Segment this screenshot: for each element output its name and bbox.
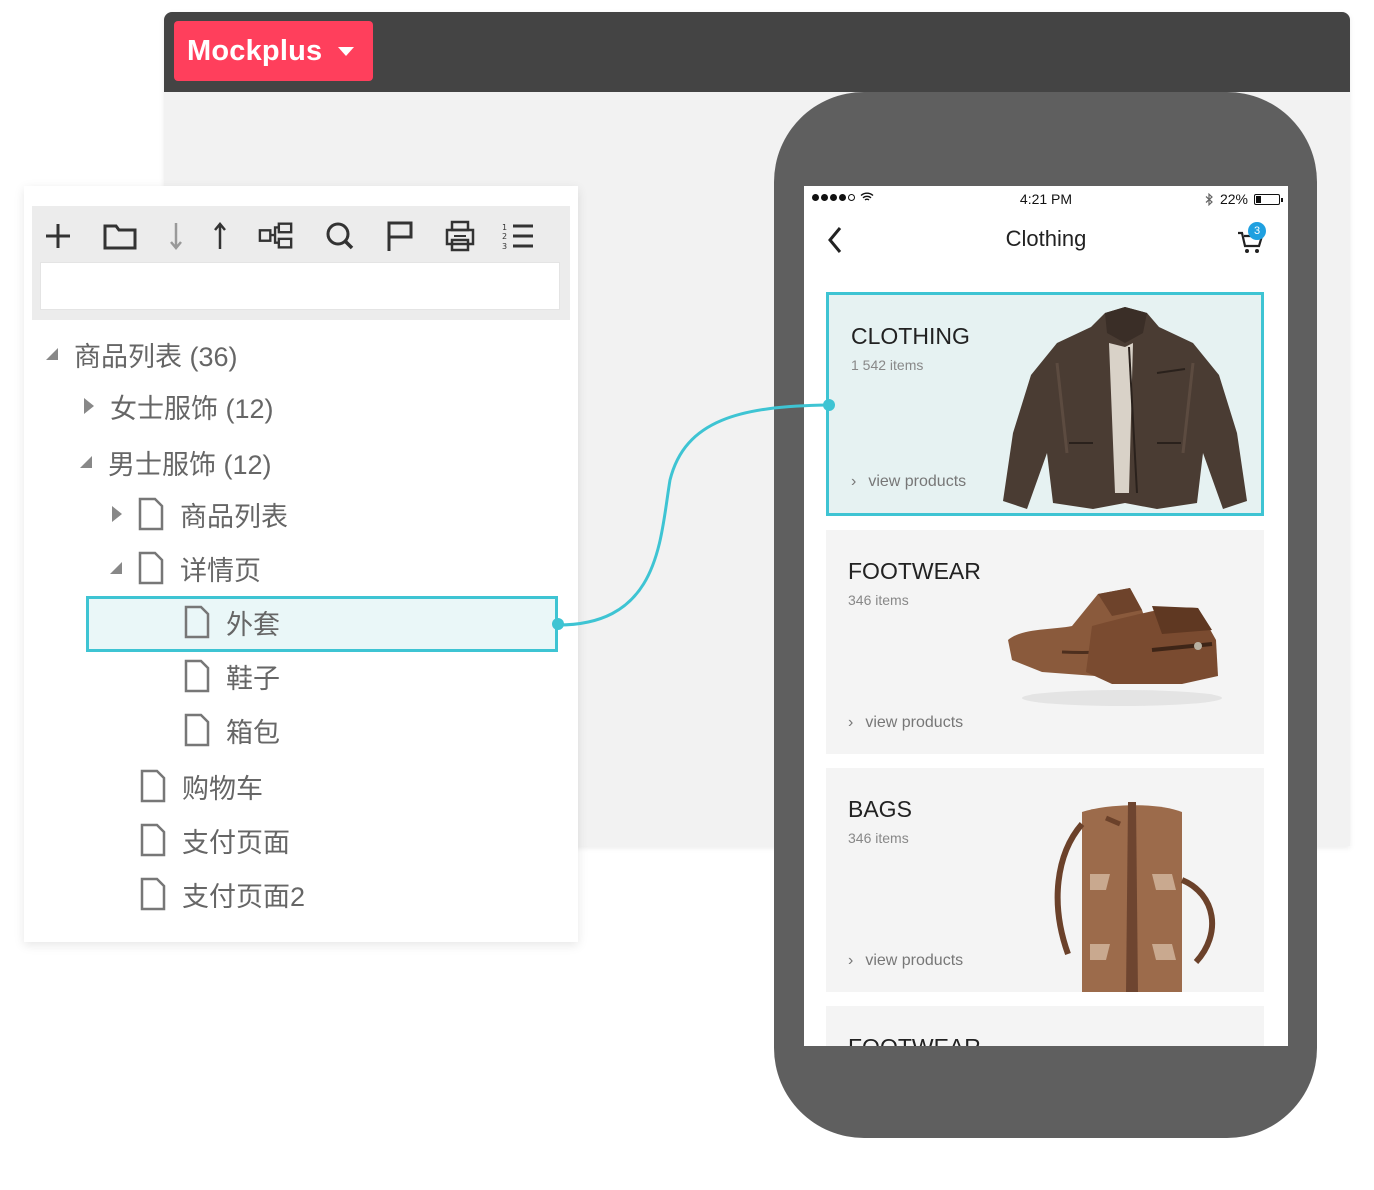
status-right: 22%	[1205, 191, 1283, 207]
category-card-footwear[interactable]: FOOTWEAR 346 items › view products	[826, 530, 1264, 754]
chevron-right-icon: ›	[848, 952, 854, 969]
expanded-arrow-icon[interactable]	[110, 562, 122, 574]
move-up-icon[interactable]	[202, 218, 238, 254]
card-title: FOOTWEAR	[848, 1034, 981, 1046]
flag-icon[interactable]	[382, 218, 418, 254]
tree-item-label: 箱包	[226, 717, 280, 748]
tree-item-label: 商品列表 (36)	[74, 341, 238, 372]
category-card-footwear-2[interactable]: FOOTWEAR	[826, 1006, 1264, 1046]
expanded-arrow-icon[interactable]	[46, 348, 58, 360]
cart-badge: 3	[1248, 222, 1266, 240]
view-products-label: view products	[868, 473, 967, 490]
tree-item-payment[interactable]: 支付页面	[140, 820, 290, 860]
card-title: BAGS	[848, 796, 912, 822]
tree-item-detail-page[interactable]: 详情页	[110, 548, 261, 588]
card-title: CLOTHING	[851, 323, 970, 349]
page-icon	[138, 551, 164, 585]
tree-toolbar: 123	[32, 206, 570, 320]
page-icon	[138, 497, 164, 531]
brand-menu-button[interactable]: Mockplus	[174, 21, 373, 81]
tree-item-label: 外套	[226, 609, 280, 640]
chevron-right-icon: ›	[848, 714, 854, 731]
search-icon[interactable]	[322, 218, 358, 254]
phone-screen: 4:21 PM 22% Clothing 3 CLOTHING 1 542 it…	[804, 186, 1288, 1046]
collapsed-arrow-icon[interactable]	[112, 506, 122, 522]
page-icon	[184, 605, 210, 639]
page-icon	[140, 877, 166, 911]
view-products-link[interactable]: › view products	[851, 473, 966, 491]
tree-search-input[interactable]	[40, 262, 560, 310]
nav-bar: Clothing 3	[804, 212, 1288, 268]
add-icon[interactable]	[40, 218, 76, 254]
chevron-right-icon: ›	[851, 473, 857, 490]
caret-down-icon	[338, 46, 355, 56]
hierarchy-icon[interactable]	[258, 218, 294, 254]
tree-item-product-list-page[interactable]: 商品列表	[110, 494, 288, 534]
battery-icon	[1254, 193, 1283, 205]
svg-text:3: 3	[502, 242, 507, 251]
brand-label: Mockplus	[187, 34, 323, 67]
app-titlebar: Mockplus	[164, 12, 1350, 92]
category-card-bags[interactable]: BAGS 346 items › view products	[826, 768, 1264, 992]
svg-text:2: 2	[502, 232, 507, 241]
page-icon	[184, 713, 210, 747]
svg-text:1: 1	[502, 223, 507, 232]
tree-item-product-list-root[interactable]: 商品列表 (36)	[46, 334, 238, 374]
tree-item-womens-clothing[interactable]: 女士服饰 (12)	[82, 386, 274, 426]
folder-icon[interactable]	[102, 218, 138, 254]
view-products-link[interactable]: › view products	[848, 952, 963, 970]
tree-item-cart[interactable]: 购物车	[140, 766, 263, 806]
tree-item-label: 鞋子	[226, 663, 280, 694]
tree-item-label: 商品列表	[180, 501, 288, 532]
shoes-image	[1008, 588, 1222, 706]
phone-frame: 4:21 PM 22% Clothing 3 CLOTHING 1 542 it…	[774, 92, 1317, 1138]
jacket-image	[1003, 307, 1247, 509]
card-count: 346 items	[848, 830, 909, 846]
tree-item-label: 女士服饰 (12)	[110, 393, 274, 424]
page-icon	[184, 659, 210, 693]
tree-item-label: 详情页	[180, 555, 261, 586]
move-down-icon[interactable]	[158, 218, 194, 254]
page-title: Clothing	[1005, 226, 1087, 251]
tree-item-shoes[interactable]: 鞋子	[184, 656, 280, 696]
page-tree-panel: 123 商品列表 (36) 女士服饰 (12) 男士服饰 (12) 商品列表 详…	[24, 186, 578, 942]
status-bar: 4:21 PM 22%	[804, 186, 1288, 212]
battery-percent: 22%	[1219, 191, 1248, 207]
bag-image	[1054, 802, 1215, 992]
tree-item-bags[interactable]: 箱包	[184, 710, 280, 750]
link-anchor-dot[interactable]	[552, 618, 564, 630]
view-products-link[interactable]: › view products	[848, 714, 963, 732]
tree-item-label: 购物车	[182, 773, 263, 804]
category-card-clothing[interactable]: CLOTHING 1 542 items › view products	[826, 292, 1264, 516]
tree-item-mens-clothing[interactable]: 男士服饰 (12)	[80, 442, 272, 482]
card-title: FOOTWEAR	[848, 558, 981, 584]
tree-item-label: 支付页面	[182, 827, 290, 858]
card-count: 346 items	[848, 592, 909, 608]
tree-item-payment-2[interactable]: 支付页面2	[140, 874, 305, 914]
view-products-label: view products	[865, 714, 964, 731]
battery-fill	[1256, 195, 1261, 203]
tree-item-label: 男士服饰 (12)	[108, 449, 272, 480]
export-icon[interactable]	[442, 218, 478, 254]
page-icon	[140, 823, 166, 857]
collapsed-arrow-icon[interactable]	[84, 398, 94, 414]
bluetooth-icon	[1205, 192, 1213, 206]
tree-item-label: 支付页面2	[182, 881, 306, 912]
numbered-list-icon[interactable]: 123	[500, 218, 536, 254]
view-products-label: view products	[865, 952, 964, 969]
expanded-arrow-icon[interactable]	[80, 456, 92, 468]
card-count: 1 542 items	[851, 357, 924, 373]
tree-item-jacket[interactable]: 外套	[184, 602, 280, 642]
selected-row-highlight	[86, 596, 558, 652]
page-icon	[140, 769, 166, 803]
